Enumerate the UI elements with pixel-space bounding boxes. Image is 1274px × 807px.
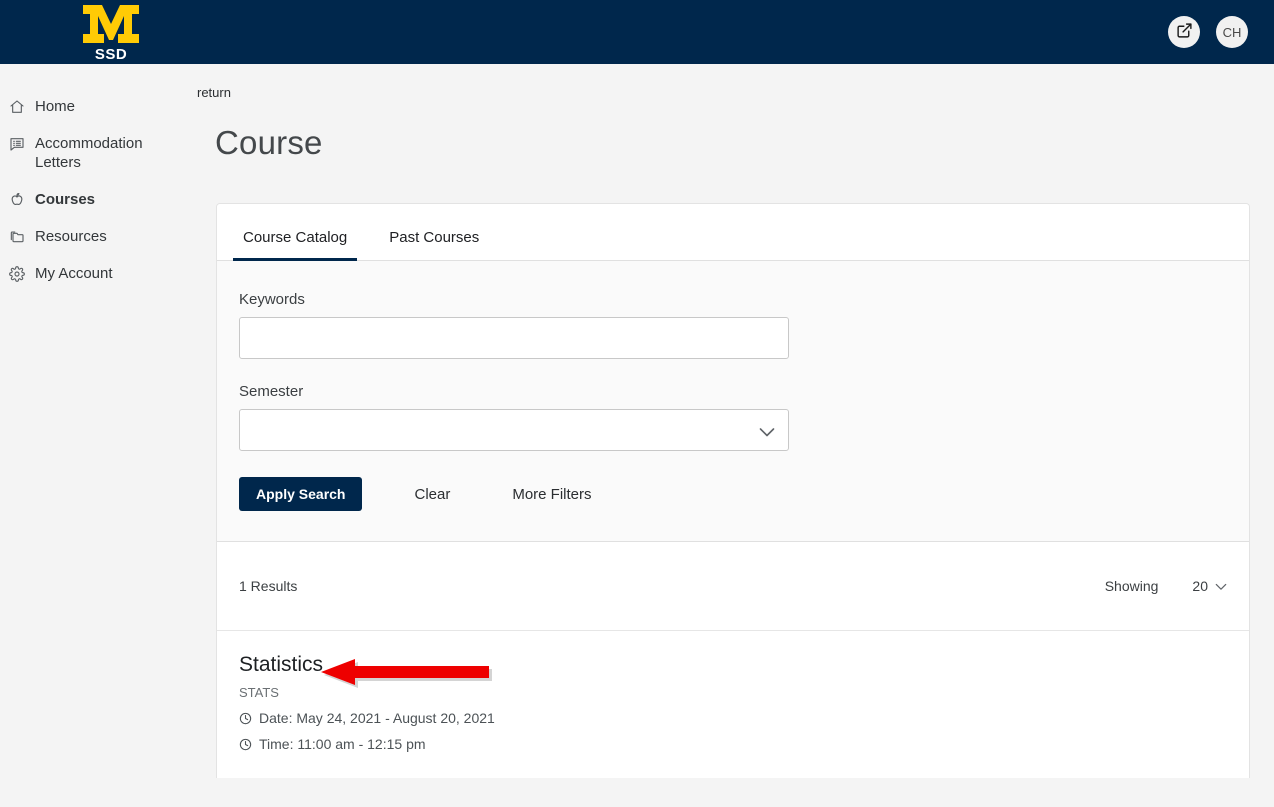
course-date-row: Date: May 24, 2021 - August 20, 2021 <box>239 710 1227 726</box>
course-code: STATS <box>239 685 1227 700</box>
umich-ssd-logo[interactable]: SSD <box>80 2 142 62</box>
page-size-value: 20 <box>1192 578 1208 594</box>
course-card: Course Catalog Past Courses Keywords Sem… <box>216 203 1250 778</box>
sidebar-item-label: Home <box>35 97 75 116</box>
clock-icon <box>239 712 252 725</box>
tab-course-catalog[interactable]: Course Catalog <box>233 229 357 261</box>
course-time-row: Time: 11:00 am - 12:15 pm <box>239 736 1227 752</box>
external-link-button[interactable] <box>1168 16 1200 48</box>
sidebar-item-resources[interactable]: Resources <box>0 218 192 255</box>
sidebar-item-label: Courses <box>35 190 95 209</box>
top-bar-actions: CH <box>1168 16 1248 48</box>
sidebar: Home Accommodation Letters Courses <box>0 64 192 807</box>
sidebar-item-courses[interactable]: Courses <box>0 181 192 218</box>
sidebar-item-my-account[interactable]: My Account <box>0 255 192 292</box>
main-content: return Course Course Catalog Past Course… <box>192 64 1274 807</box>
page-size-select[interactable]: 20 <box>1192 578 1227 594</box>
filter-actions: Apply Search Clear More Filters <box>239 477 1227 511</box>
logo-subtitle: SSD <box>95 47 127 62</box>
semester-label: Semester <box>239 383 1227 400</box>
more-filters-button[interactable]: More Filters <box>500 477 603 511</box>
course-date-text: Date: May 24, 2021 - August 20, 2021 <box>259 710 495 726</box>
sidebar-item-home[interactable]: Home <box>0 88 192 125</box>
message-list-icon <box>8 134 25 153</box>
showing-group: Showing 20 <box>1105 578 1227 594</box>
course-result-item: Statistics STATS Date: May 24, 2021 - Au… <box>217 631 1249 778</box>
top-bar: SSD CH <box>0 0 1274 64</box>
clear-button[interactable]: Clear <box>402 477 462 511</box>
showing-label: Showing <box>1105 578 1159 594</box>
avatar-initials: CH <box>1223 25 1242 40</box>
results-count: 1 Results <box>239 578 297 594</box>
tab-past-courses[interactable]: Past Courses <box>379 229 489 261</box>
sidebar-item-label: Resources <box>35 227 107 246</box>
course-title-link[interactable]: Statistics <box>239 653 323 677</box>
gear-icon <box>8 264 25 283</box>
search-filters: Keywords Semester Apply Search Clear Mor… <box>217 261 1249 542</box>
home-icon <box>8 97 25 116</box>
sidebar-item-label: My Account <box>35 264 113 283</box>
keywords-input[interactable] <box>239 317 789 359</box>
results-header: 1 Results Showing 20 <box>217 542 1249 631</box>
semester-select[interactable] <box>239 409 789 451</box>
clock-icon <box>239 738 252 751</box>
keywords-label: Keywords <box>239 291 1227 308</box>
apply-search-button[interactable]: Apply Search <box>239 477 362 511</box>
folder-icon <box>8 227 25 246</box>
course-time-text: Time: 11:00 am - 12:15 pm <box>259 736 426 752</box>
sidebar-item-accommodation-letters[interactable]: Accommodation Letters <box>0 125 192 181</box>
breadcrumb-return-link[interactable]: return <box>197 85 231 100</box>
external-link-icon <box>1176 22 1193 42</box>
avatar[interactable]: CH <box>1216 16 1248 48</box>
sidebar-item-label: Accommodation Letters <box>35 134 163 172</box>
page-title: Course <box>215 124 323 162</box>
tab-bar: Course Catalog Past Courses <box>217 204 1249 261</box>
chevron-down-icon <box>1215 578 1227 594</box>
block-m-icon <box>80 2 142 46</box>
apple-icon <box>8 190 25 209</box>
